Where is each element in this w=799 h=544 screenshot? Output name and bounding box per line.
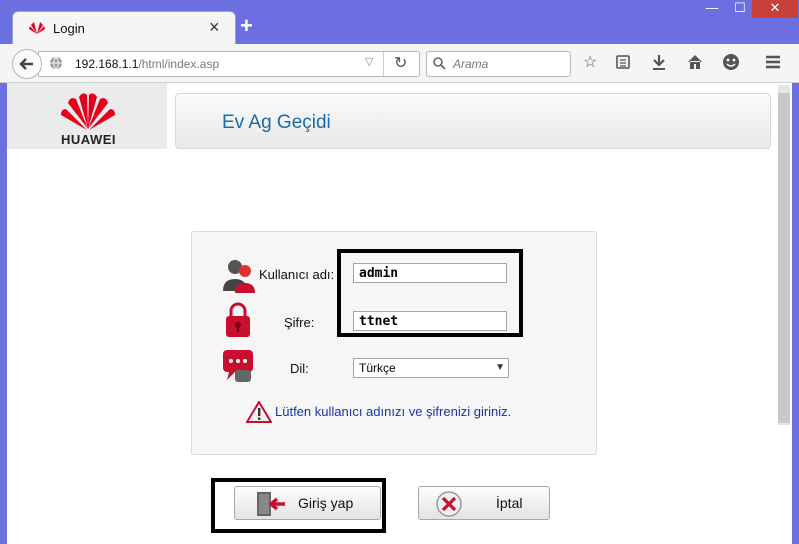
- globe-icon: [50, 56, 62, 70]
- download-icon[interactable]: [651, 54, 667, 70]
- page-content: HUAWEI Ev Ag Geçidi Kullanıcı adı: admin…: [7, 83, 792, 544]
- login-button-label: Giriş yap: [298, 495, 354, 511]
- huawei-favicon-icon: [29, 22, 45, 34]
- page-title: Ev Ag Geçidi: [222, 112, 331, 133]
- browser-toolbar: 192.168.1.1/html/index.asp ▽ ↻ Arama ☆: [0, 44, 799, 83]
- scrollbar-thumb[interactable]: [778, 93, 790, 423]
- login-button[interactable]: Giriş yap: [234, 486, 381, 520]
- brand-name: HUAWEI: [61, 132, 116, 147]
- user-icon: [223, 260, 255, 293]
- language-chat-icon: [223, 350, 253, 382]
- home-icon[interactable]: [686, 53, 704, 71]
- search-icon: [433, 57, 446, 70]
- credentials-highlight-box: [337, 249, 523, 337]
- language-label: Dil:: [290, 361, 309, 376]
- cancel-button[interactable]: İptal: [418, 486, 550, 520]
- dropdown-arrow-icon[interactable]: ▽: [365, 55, 373, 68]
- back-arrow-icon: [19, 58, 33, 70]
- hello-smiley-icon[interactable]: [722, 53, 740, 71]
- cancel-x-icon: [436, 491, 462, 517]
- chevron-down-icon: ▼: [495, 362, 505, 373]
- username-label: Kullanıcı adı:: [259, 267, 335, 282]
- menu-hamburger-icon[interactable]: [764, 53, 782, 71]
- maximize-button[interactable]: ☐: [728, 0, 752, 18]
- warning-icon: [246, 401, 272, 423]
- address-divider: [383, 52, 384, 76]
- brand-panel: HUAWEI: [7, 83, 167, 149]
- login-hint: Lütfen kullanıcı adınızı ve şifrenizi gi…: [275, 404, 512, 419]
- password-label: Şifre:: [284, 315, 315, 330]
- reading-list-icon[interactable]: [615, 54, 631, 70]
- huawei-logo: [61, 93, 115, 130]
- browser-tab[interactable]: Login ×: [12, 11, 236, 45]
- search-field[interactable]: Arama: [426, 51, 571, 77]
- language-select[interactable]: Türkçe ▼: [353, 358, 509, 378]
- minimize-button[interactable]: —: [700, 0, 724, 18]
- search-placeholder: Arama: [453, 57, 489, 71]
- url-text: 192.168.1.1/html/index.asp: [75, 57, 220, 71]
- lock-icon: [226, 302, 250, 337]
- login-door-icon: [257, 492, 285, 516]
- back-button[interactable]: [12, 49, 42, 79]
- tab-title: Login: [53, 21, 85, 36]
- tab-close-icon[interactable]: ×: [209, 17, 220, 37]
- language-value: Türkçe: [359, 361, 396, 375]
- reload-icon[interactable]: ↻: [394, 53, 407, 73]
- new-tab-button[interactable]: +: [240, 15, 253, 37]
- close-window-button[interactable]: ✕: [752, 0, 798, 18]
- bookmark-star-icon[interactable]: ☆: [583, 53, 597, 73]
- address-bar[interactable]: 192.168.1.1/html/index.asp ▽ ↻: [38, 51, 420, 77]
- page-header: Ev Ag Geçidi: [175, 93, 771, 149]
- cancel-button-label: İptal: [496, 495, 523, 511]
